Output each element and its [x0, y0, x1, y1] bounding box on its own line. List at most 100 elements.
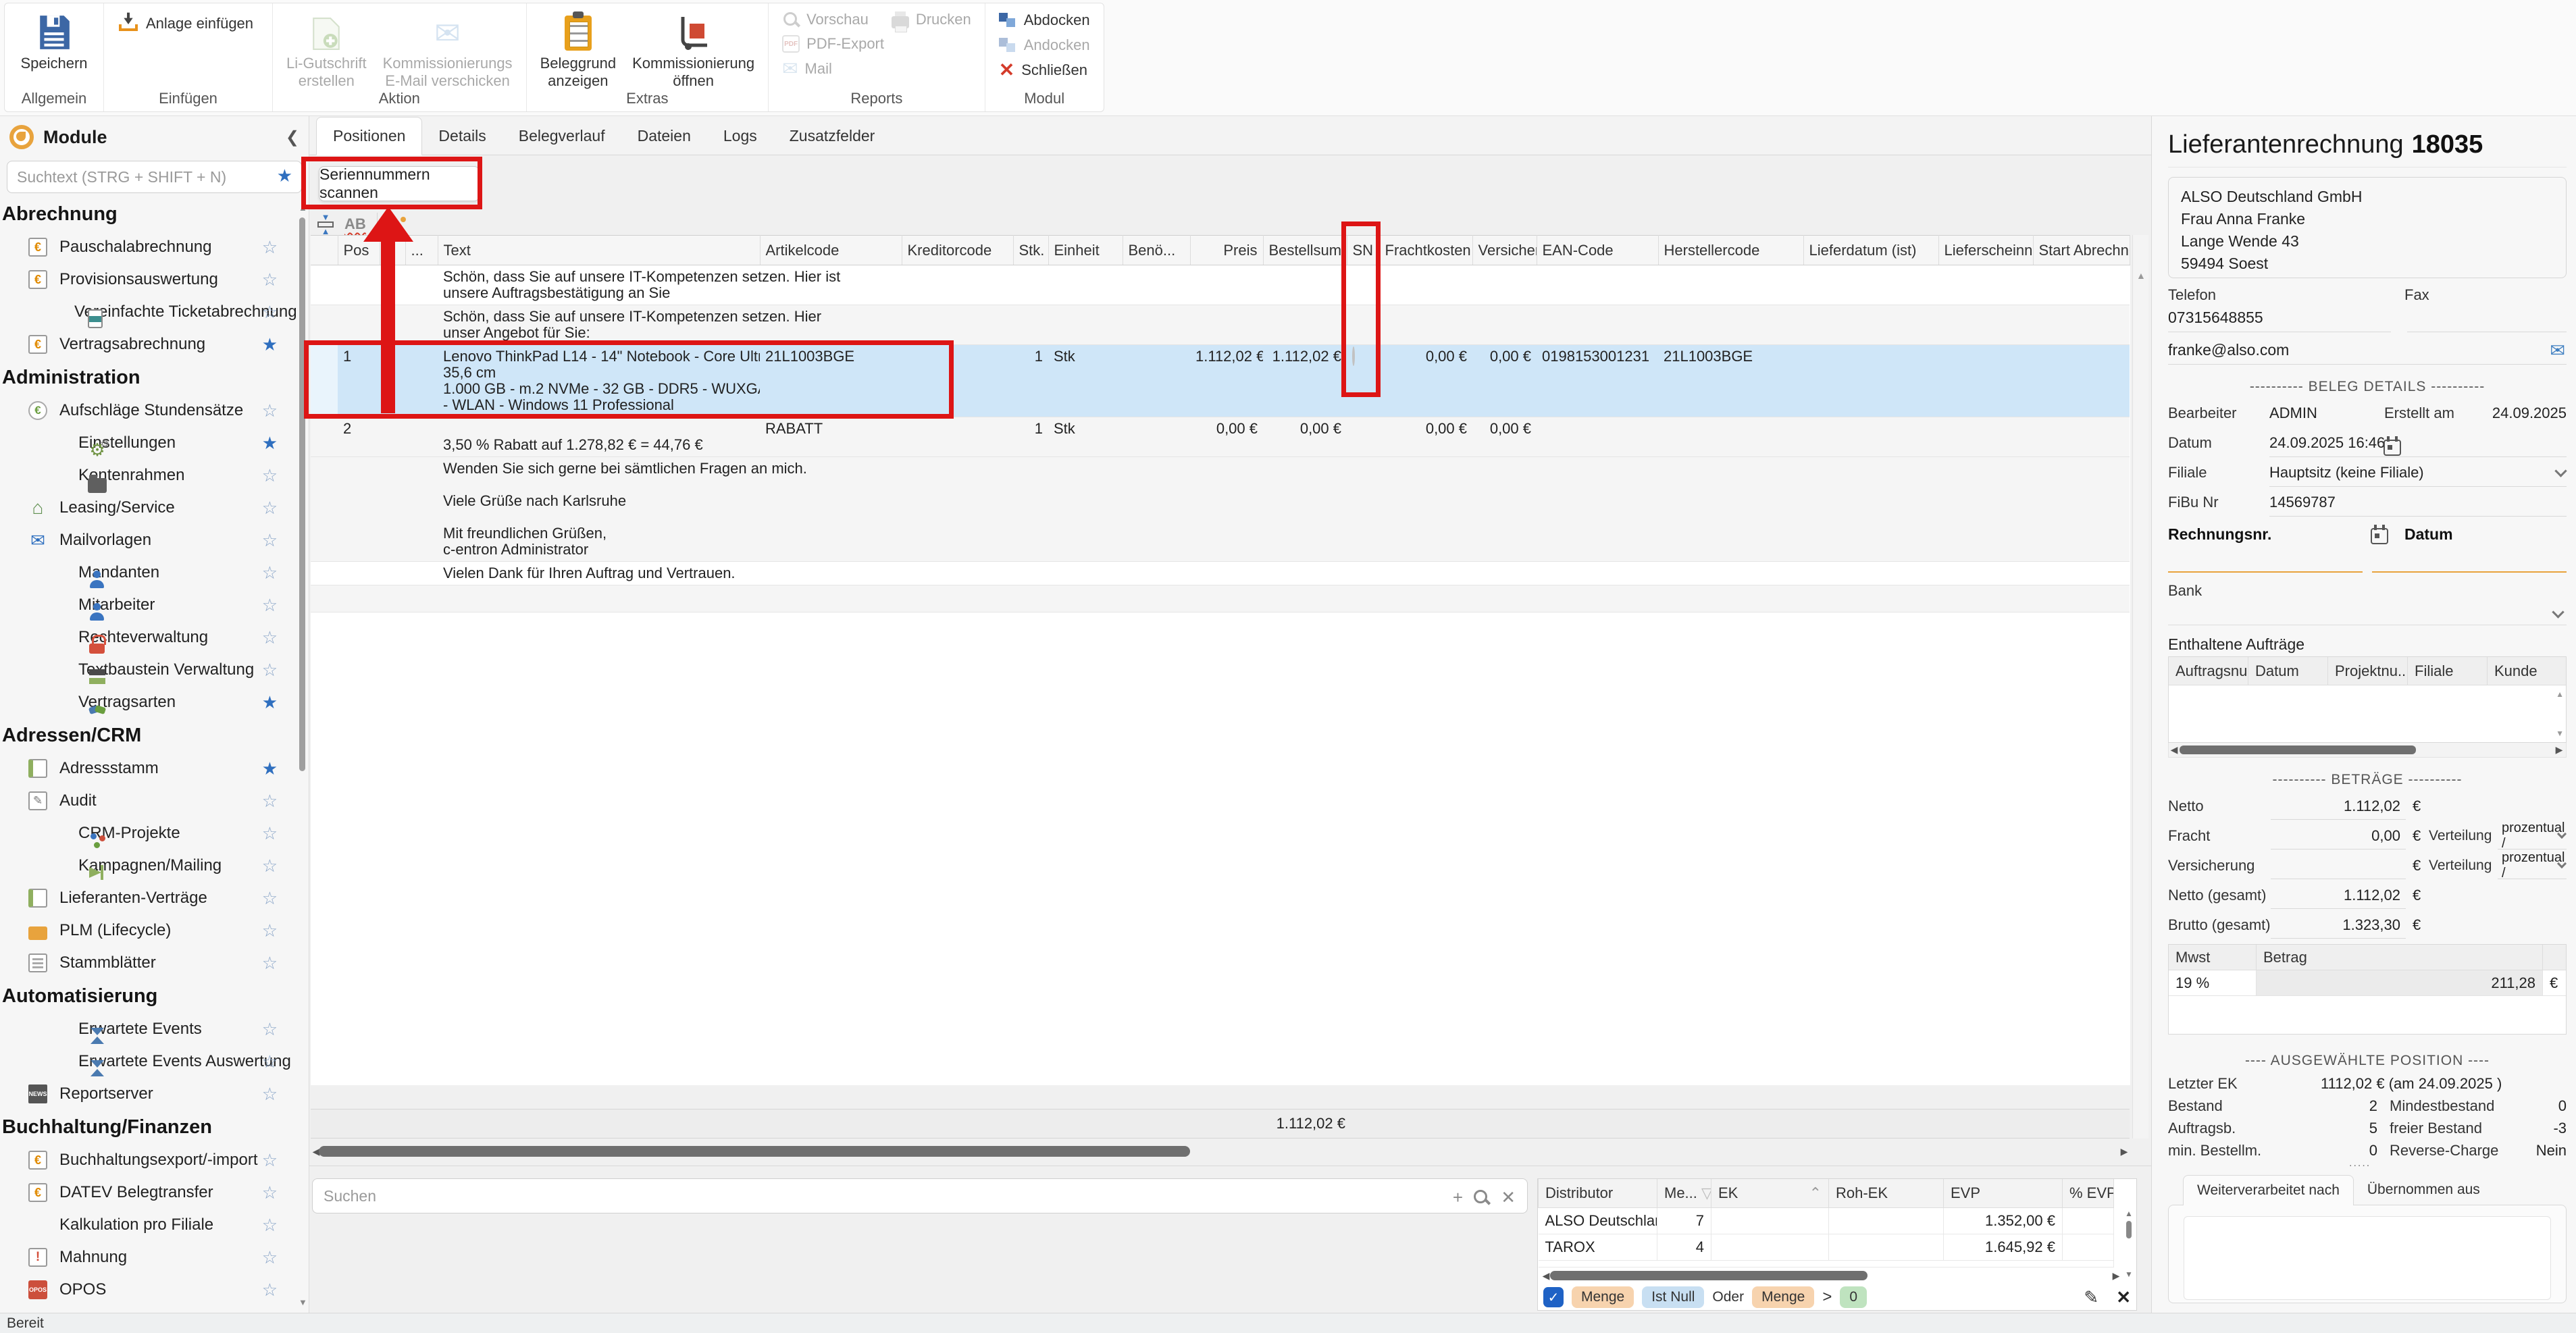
edit-filter-icon[interactable]: ✎ [2084, 1287, 2098, 1308]
favorite-star-toggle[interactable] [262, 825, 278, 842]
grid-vertical-scrollbar[interactable]: ▲ [2132, 235, 2148, 1139]
sidebar-module-item[interactable]: Provisionsauswertung [0, 263, 297, 296]
favorite-star-toggle[interactable] [262, 694, 278, 711]
supplier-address-card[interactable]: ALSO Deutschland GmbH Frau Anna Franke L… [2168, 177, 2567, 278]
bank-dropdown[interactable] [2168, 602, 2567, 625]
col-ek[interactable]: EK ⌃ [1711, 1179, 1829, 1208]
favorite-star-toggle[interactable] [262, 629, 278, 646]
col-start-abrechnung[interactable]: Start Abrechnung [2033, 236, 2130, 265]
sidebar-module-item[interactable]: CRM-Projekte [0, 817, 297, 850]
grid-row-selected[interactable]: 1 Lenovo ThinkPad L14 - 14" Notebook - C… [311, 345, 2130, 417]
mwst-row[interactable]: 19 % 211,28 € [2169, 970, 2566, 996]
sidebar-module-item[interactable]: Buchhaltungsexport/-import [0, 1144, 297, 1176]
distributor-header-row[interactable]: Distributor Me... ▽ EK ⌃ Roh-EK EVP % EV… [1539, 1179, 2114, 1208]
distributor-row[interactable]: ALSO Deutschland 7 1.352,00 € [1539, 1208, 2114, 1234]
favorite-star-toggle[interactable] [262, 531, 278, 549]
col-sn[interactable]: SN [1347, 236, 1379, 265]
fit-rows-icon[interactable]: ▼▲ [317, 214, 334, 235]
favorite-star-toggle[interactable] [262, 564, 278, 581]
scroll-right-icon[interactable]: ▶ [2554, 744, 2565, 756]
tab-weiterverarbeitet-nach[interactable]: Weiterverarbeitet nach [2183, 1175, 2354, 1205]
chevron-down-icon[interactable] [2552, 606, 2564, 618]
favorite-star-toggle[interactable] [262, 889, 278, 907]
beleggrund-button[interactable]: Beleggrundanzeigen [536, 9, 621, 93]
sidebar-module-item[interactable]: OPOS [0, 1274, 297, 1306]
col-versicherung[interactable]: Versicheru... [1472, 236, 1537, 265]
calendar-icon[interactable] [2371, 528, 2388, 544]
favorite-star-toggle[interactable] [262, 1085, 278, 1103]
col-bestellsumme[interactable]: Bestellsum... [1263, 236, 1347, 265]
quick-action-icon[interactable] [388, 215, 406, 233]
filter-chip-zero[interactable]: 0 [1840, 1286, 1867, 1308]
sidebar-module-item[interactable]: Aufschläge Stundensätze [0, 394, 297, 427]
filter-chip-istnull[interactable]: Ist Null [1642, 1286, 1704, 1308]
scroll-down-icon[interactable]: ▼ [299, 1297, 307, 1307]
col-stk[interactable]: Stk. [1013, 236, 1048, 265]
netto-value[interactable]: 1.112,02 [2271, 793, 2406, 820]
filter-chip-menge[interactable]: Menge [1572, 1286, 1634, 1308]
distributor-horizontal-scrollbar[interactable]: ◀ ▶ [1541, 1268, 2121, 1283]
col-lieferdatum[interactable]: Lieferdatum (ist) [1803, 236, 1938, 265]
sidebar-module-item[interactable]: Mailvorlagen [0, 524, 297, 556]
favorite-star-toggle[interactable] [262, 954, 278, 972]
sidebar-module-item[interactable]: Erwartete Events Auswertung [0, 1045, 297, 1078]
sidebar-module-item[interactable]: Lieferanten-Verträge [0, 882, 297, 914]
col-ean[interactable]: EAN-Code [1537, 236, 1658, 265]
grid-empty-row[interactable] [311, 585, 2130, 612]
col-dot[interactable]: . [380, 236, 405, 265]
rechnungsnr-input[interactable] [2168, 548, 2363, 573]
sidebar-module-item[interactable]: Stammblätter [0, 947, 297, 979]
col-text[interactable]: Text [438, 236, 760, 265]
tab-logs[interactable]: Logs [707, 117, 773, 155]
remove-filter-icon[interactable]: ✕ [2116, 1287, 2131, 1308]
col-einheit[interactable]: Einheit [1048, 236, 1123, 265]
favorite-star-toggle[interactable] [262, 271, 278, 288]
sidebar-module-item[interactable]: Textbaustein Verwaltung [0, 654, 297, 686]
auftraege-header-row[interactable]: Auftragsnu... Datum Projektnu... Filiale… [2169, 657, 2566, 685]
col-evp[interactable]: EVP [1944, 1179, 2063, 1208]
bearbeiter-value[interactable]: ADMIN [2269, 404, 2384, 422]
col-prozent-evp[interactable]: % EVP [2063, 1179, 2114, 1208]
favorite-star-toggle[interactable] [262, 1184, 278, 1201]
grid-horizontal-scrollbar[interactable]: ◀ ▶ [311, 1143, 2130, 1160]
favorite-star-toggle[interactable] [262, 792, 278, 810]
favorite-star-toggle[interactable] [262, 499, 278, 517]
sidebar-module-item[interactable]: Erwartete Events [0, 1013, 297, 1045]
sidebar-module-item[interactable]: Leasing/Service [0, 492, 297, 524]
scroll-left-icon[interactable]: ◀ [2169, 744, 2180, 756]
col-benoetigt[interactable]: Benö... [1123, 236, 1190, 265]
versicherung-value[interactable] [2271, 852, 2406, 879]
send-email-icon[interactable]: ✉ [2550, 340, 2565, 361]
sn-status-icon[interactable] [1352, 346, 1355, 366]
grid-hscroll-thumb[interactable] [319, 1146, 1190, 1157]
sidebar-module-item[interactable]: Mitarbeiter [0, 589, 297, 621]
favorite-star-toggle[interactable] [262, 596, 278, 614]
col-indicator[interactable] [311, 236, 338, 265]
col-roh-ek[interactable]: Roh-EK [1829, 1179, 1944, 1208]
calendar-clock-icon[interactable] [2384, 440, 2401, 456]
col-distributor[interactable]: Distributor [1539, 1179, 1657, 1208]
col-lieferscheinnummer[interactable]: Lieferscheinnummer [1938, 236, 2033, 265]
favorite-star-toggle[interactable] [262, 336, 278, 353]
fracht-verteilung-dropdown[interactable]: prozentual / [2498, 822, 2567, 850]
schliessen-button[interactable]: ✕ Schließen [995, 59, 1091, 82]
fax-field[interactable] [2407, 304, 2567, 332]
insert-attachment-button[interactable]: Anlage einfügen [113, 9, 257, 38]
sidebar-module-item[interactable]: DATEV Belegtransfer [0, 1176, 297, 1209]
search-icon[interactable] [1472, 1188, 1490, 1206]
favorites-star-icon[interactable] [277, 167, 292, 184]
col-betrag[interactable]: Betrag [2257, 945, 2543, 970]
favorite-star-toggle[interactable] [262, 1216, 278, 1234]
col-mwst[interactable]: Mwst [2169, 945, 2257, 970]
tab-dateien[interactable]: Dateien [621, 117, 707, 155]
favorite-star-toggle[interactable] [262, 1053, 278, 1070]
favorite-star-toggle[interactable] [262, 303, 278, 321]
auftraege-horizontal-scrollbar[interactable]: ◀ ▶ [2168, 743, 2567, 758]
abdocken-button[interactable]: Abdocken [995, 9, 1094, 31]
scroll-up-icon[interactable]: ▲ [2125, 1209, 2133, 1218]
sidebar-module-item[interactable]: Kampagnen/Mailing [0, 850, 297, 882]
rechnungsdatum-input[interactable] [2372, 548, 2567, 573]
filter-active-checkbox[interactable]: ✓ [1543, 1287, 1564, 1307]
sidebar-module-item[interactable]: Rechteverwaltung [0, 621, 297, 654]
scroll-down-icon[interactable]: ▼ [2125, 1270, 2133, 1279]
